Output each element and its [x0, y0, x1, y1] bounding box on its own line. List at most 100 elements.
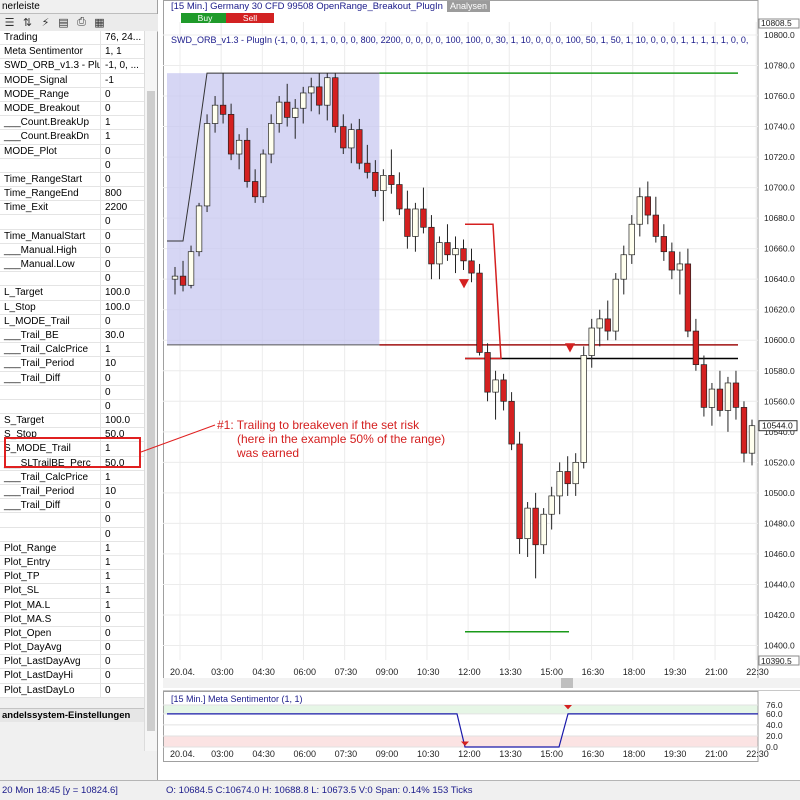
property-value[interactable]: 0 [100, 243, 144, 257]
property-row[interactable]: Time_RangeStart 0 [0, 172, 144, 188]
property-value[interactable]: 76, 24... [100, 31, 144, 45]
chart-scrollbar[interactable] [163, 678, 800, 688]
property-row[interactable]: ___Trail_BE 30.0 [0, 328, 144, 344]
grid-icon[interactable]: ▦ [92, 16, 107, 30]
property-row[interactable]: MODE_Plot 0 [0, 144, 144, 159]
property-row[interactable]: Time_Exit 2200 [0, 201, 144, 216]
property-value[interactable]: 1 [100, 541, 144, 555]
property-row[interactable]: Plot_Open 0 [0, 626, 144, 642]
property-row[interactable]: Plot_SL 1 [0, 584, 144, 599]
property-value[interactable]: 10 [100, 357, 144, 371]
property-value[interactable]: 0 [100, 399, 144, 414]
property-row[interactable]: Meta Sentimentor 1, 1 [0, 45, 144, 60]
property-value[interactable]: 800 [100, 187, 144, 201]
print-icon[interactable]: ⎙ [74, 16, 89, 30]
property-row[interactable]: Plot_Range 1 [0, 541, 144, 556]
property-value[interactable]: 100.0 [100, 414, 144, 428]
property-row[interactable]: MODE_Range 0 [0, 87, 144, 102]
property-row[interactable]: Plot_DayAvg 0 [0, 641, 144, 656]
property-value[interactable]: 100.0 [100, 286, 144, 300]
property-value[interactable]: 1, 1 [100, 45, 144, 59]
property-row[interactable]: Trading 76, 24... [0, 31, 144, 46]
property-value[interactable]: 0 [100, 626, 144, 641]
property-value[interactable]: 1 [100, 555, 144, 570]
property-value[interactable]: 1 [100, 116, 144, 130]
property-value[interactable]: 0 [100, 499, 144, 513]
property-row[interactable]: Plot_MA.L 1 [0, 598, 144, 613]
price-chart-canvas[interactable]: 10800.0 10780.0 10760.0 10740.0 10720.0 10700… [163, 0, 800, 680]
property-row[interactable]: SWD_ORB_v1.3 - Plu...-1, 0, ... [0, 59, 144, 74]
property-row[interactable]: ___Count.BreakUp 1 [0, 116, 144, 131]
property-value[interactable]: 0 [100, 513, 144, 527]
property-row[interactable]: 0 [0, 399, 144, 415]
property-row[interactable]: 0 [0, 385, 144, 400]
property-row[interactable]: ___Trail_Diff 0 [0, 371, 144, 386]
property-row[interactable]: ___Manual.Low 0 [0, 258, 144, 273]
sort-icon[interactable]: ☰ [2, 16, 17, 30]
property-row[interactable]: Time_ManualStart 0 [0, 229, 144, 244]
sell-button[interactable]: Sell [226, 13, 274, 23]
property-value[interactable]: 0 [100, 527, 144, 541]
property-value[interactable]: 0 [100, 683, 144, 697]
price-chart[interactable]: 10800.0 10780.0 10760.0 10740.0 10720.0 10700… [163, 0, 800, 680]
property-row[interactable]: ___Count.BreakDn 1 [0, 130, 144, 145]
property-value[interactable]: 0 [100, 87, 144, 101]
property-row[interactable]: Plot_MA.S 0 [0, 612, 144, 627]
property-value[interactable]: 0 [100, 172, 144, 187]
property-value[interactable]: 1 [100, 584, 144, 598]
property-row[interactable]: ___Trail_Diff 0 [0, 499, 144, 514]
property-row[interactable]: MODE_Signal -1 [0, 73, 144, 88]
panel-scrollbar[interactable] [144, 31, 157, 751]
property-value[interactable]: 0 [100, 144, 144, 158]
property-row[interactable]: L_Target 100.0 [0, 286, 144, 301]
property-row[interactable]: ___Trail_CalcPrice 1 [0, 343, 144, 358]
property-value[interactable]: 1 [100, 598, 144, 612]
property-row[interactable]: 0 [0, 158, 144, 173]
property-row[interactable]: ___Manual.High 0 [0, 243, 144, 258]
property-value[interactable]: 0 [100, 272, 144, 286]
alpha-sort-icon[interactable]: ⇅ [20, 16, 35, 30]
property-row[interactable]: Time_RangeEnd 800 [0, 187, 144, 202]
property-row[interactable]: ___Trail_Period 10 [0, 357, 144, 372]
property-value[interactable]: 100.0 [100, 300, 144, 314]
oscillator-panel[interactable]: 76.0 60.0 40.0 20.0 0.0 20.04. 03:00 04:30 06:00… [163, 690, 800, 762]
property-value[interactable]: -1, 0, ... [100, 59, 144, 73]
property-value[interactable]: 0 [100, 314, 144, 328]
property-value[interactable]: 0 [100, 101, 144, 116]
property-row[interactable]: ___Trail_CalcPrice 1 [0, 470, 144, 485]
property-row[interactable]: S_Target 100.0 [0, 414, 144, 429]
property-value[interactable]: 2200 [100, 201, 144, 215]
property-value[interactable]: 30.0 [100, 328, 144, 343]
property-value[interactable]: 0 [100, 158, 144, 172]
property-row[interactable]: ___Trail_Period 10 [0, 485, 144, 500]
property-value[interactable]: 0 [100, 258, 144, 272]
property-row[interactable]: 0 [0, 215, 144, 230]
property-value[interactable]: 1 [100, 130, 144, 144]
property-row[interactable]: 0 [0, 513, 144, 528]
property-value[interactable]: 1 [100, 470, 144, 484]
property-row[interactable]: 0 [0, 527, 144, 542]
property-value[interactable]: 0 [100, 229, 144, 243]
property-row[interactable]: L_MODE_Trail 0 [0, 314, 144, 329]
property-value[interactable]: 0 [100, 385, 144, 399]
property-row[interactable]: Plot_LastDayLo 0 [0, 683, 144, 698]
property-row[interactable]: 0 [0, 272, 144, 287]
property-row[interactable]: MODE_Breakout 0 [0, 101, 144, 117]
scroll-thumb[interactable] [147, 91, 155, 731]
chart-icon[interactable]: ⚡ [38, 16, 53, 30]
property-row[interactable]: L_Stop 100.0 [0, 300, 144, 315]
property-value[interactable]: 0 [100, 612, 144, 626]
property-value[interactable]: 10 [100, 485, 144, 499]
property-value[interactable]: 0 [100, 371, 144, 385]
chart-scroll-thumb[interactable] [561, 678, 573, 688]
property-row[interactable]: Plot_LastDayAvg 0 [0, 655, 144, 670]
property-row[interactable]: Plot_Entry 1 [0, 555, 144, 571]
property-value[interactable]: -1 [100, 73, 144, 87]
property-value[interactable]: 0 [100, 641, 144, 655]
property-value[interactable]: 0 [100, 215, 144, 229]
buy-button[interactable]: Buy [181, 13, 229, 23]
analysen-button[interactable]: Analysen [446, 0, 490, 12]
property-value[interactable]: 1 [100, 343, 144, 357]
save-icon[interactable]: ▤ [56, 16, 71, 30]
property-row[interactable]: Plot_LastDayHi 0 [0, 669, 144, 684]
